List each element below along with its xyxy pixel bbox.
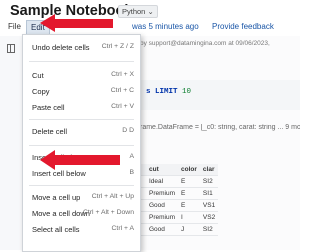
annotation-layer <box>40 14 120 170</box>
arrow-shaft <box>53 19 113 28</box>
arrow-annotation-bottom <box>40 150 120 170</box>
arrow-head <box>40 150 55 170</box>
arrow-head <box>40 14 55 32</box>
arrow-annotation-top <box>40 14 113 32</box>
arrow-shaft <box>53 155 120 165</box>
